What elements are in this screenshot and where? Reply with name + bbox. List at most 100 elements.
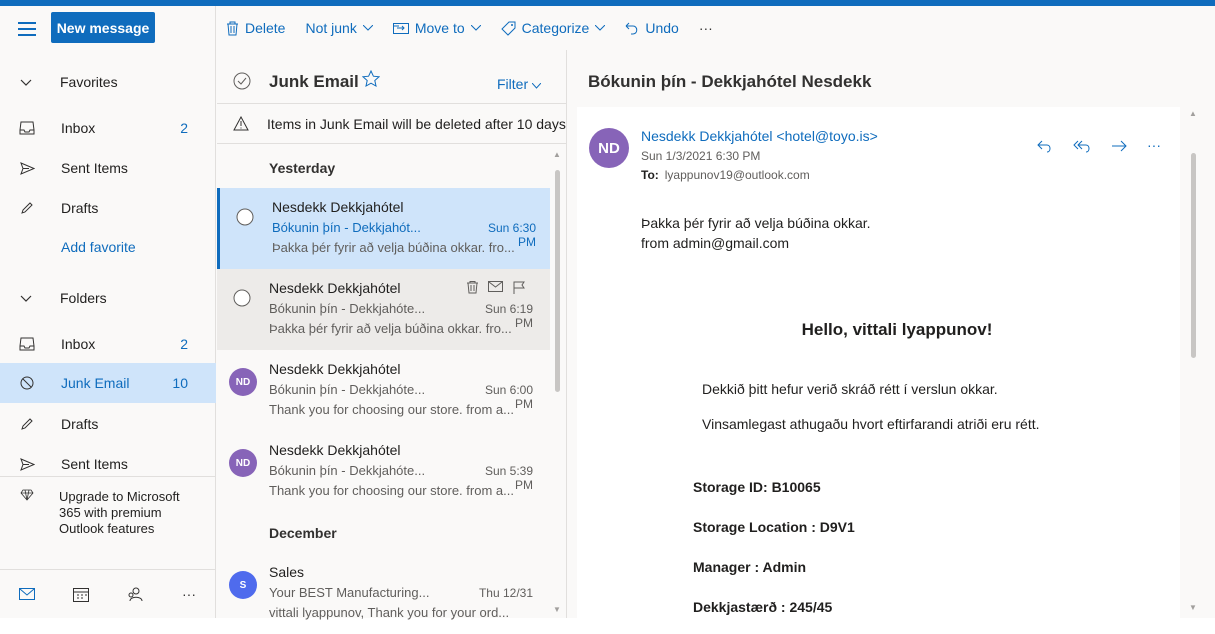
manager: Manager : Admin [693, 559, 807, 575]
more-icon: ··· [698, 20, 713, 36]
avatar: ND [229, 368, 257, 396]
message-item[interactable]: S Sales Your BEST Manufacturing... Thu 1… [217, 553, 550, 634]
envelope-icon[interactable] [488, 281, 503, 292]
unread-count: 2 [180, 336, 188, 352]
item-count: 10 [172, 375, 188, 391]
favorites-label: Favorites [60, 74, 118, 90]
scroll-thumb[interactable] [555, 170, 560, 392]
scroll-thumb[interactable] [1191, 153, 1196, 358]
junk-notice: Items in Junk Email will be deleted afte… [217, 104, 567, 144]
message-item[interactable]: ND Nesdekk Dekkjahótel Bókunin þín - Dek… [217, 431, 550, 512]
people-icon[interactable] [108, 587, 162, 602]
message-list: Junk Email Filter Items in Junk Email wi… [217, 50, 567, 620]
hover-actions [467, 281, 525, 294]
tag-icon [500, 21, 516, 36]
folder-title: Junk Email [269, 72, 359, 91]
select-radio[interactable] [233, 289, 251, 307]
move-folder-icon [392, 23, 409, 34]
hamburger-menu-icon[interactable] [18, 22, 36, 36]
message-item[interactable]: ND Nesdekk Dekkjahótel Bókunin þín - Dek… [217, 350, 550, 431]
chevron-down-icon [470, 25, 481, 31]
calendar-icon[interactable] [54, 587, 108, 602]
body-paragraph: Dekkið þitt hefur verið skráð rétt í ver… [702, 381, 998, 397]
send-icon [19, 160, 35, 176]
folder-item-inbox[interactable]: Inbox 2 [0, 324, 216, 364]
scroll-up-arrow[interactable]: ▲ [1189, 109, 1197, 118]
list-scrollbar[interactable]: ▲ ▼ [553, 150, 561, 618]
scroll-down-arrow[interactable]: ▼ [1189, 603, 1197, 612]
group-header: Yesterday [269, 160, 336, 176]
sender-avatar: ND [589, 128, 629, 168]
upgrade-banner[interactable]: Upgrade to Microsoft 365 with premium Ou… [0, 476, 216, 566]
scroll-down-arrow[interactable]: ▼ [553, 605, 561, 614]
select-all-checkbox[interactable] [233, 72, 251, 90]
more-icon[interactable]: ··· [1147, 138, 1161, 153]
app-switcher: ··· [0, 569, 216, 618]
mail-icon[interactable] [0, 588, 54, 600]
message-item[interactable]: Nesdekk Dekkjahótel Bókunin þín - Dekkja… [217, 188, 550, 269]
storage-location: Storage Location : D9V1 [693, 519, 855, 535]
sender-name[interactable]: Nesdekk Dekkjahótel <hotel@toyo.is> [641, 128, 878, 144]
move-to-button[interactable]: Move to [383, 6, 491, 50]
filter-button[interactable]: Filter [497, 76, 542, 92]
reply-all-icon[interactable] [1073, 139, 1091, 153]
fav-item-sent[interactable]: Sent Items [0, 148, 216, 188]
new-message-button[interactable]: New message [51, 12, 155, 43]
upgrade-text: Upgrade to Microsoft 365 with premium Ou… [59, 489, 180, 536]
fav-item-inbox[interactable]: Inbox 2 [0, 108, 216, 148]
body-paragraph: Vinsamlegast athugaðu hvort eftirfarandi… [702, 416, 1040, 432]
avatar: S [229, 571, 257, 599]
scroll-up-arrow[interactable]: ▲ [553, 150, 561, 159]
pencil-icon [19, 416, 35, 432]
trash-icon[interactable] [467, 281, 478, 294]
more-actions-button[interactable]: ··· [689, 6, 723, 50]
reader-scrollbar[interactable]: ▲ ▼ [1188, 107, 1198, 618]
chevron-down-icon [362, 25, 373, 31]
left-nav: New message Favorites Inbox 2 Sent Items… [0, 6, 216, 618]
outlook-app: New message Favorites Inbox 2 Sent Items… [0, 6, 1215, 620]
inbox-icon [19, 336, 35, 352]
delete-button[interactable]: Delete [216, 6, 295, 50]
group-header: December [269, 525, 337, 541]
storage-id: Storage ID: B10065 [693, 479, 821, 495]
undo-button[interactable]: Undo [615, 6, 688, 50]
list-header: Junk Email Filter [217, 50, 567, 104]
message-subject: Bókunin þín - Dekkjahótel Nesdekk [588, 72, 872, 91]
star-icon[interactable] [362, 70, 380, 87]
folder-item-junk-email[interactable]: Junk Email 10 [0, 363, 216, 403]
categorize-button[interactable]: Categorize [491, 6, 616, 50]
diamond-icon [20, 489, 34, 501]
tire-size: Dekkjastærð : 245/45 [693, 599, 833, 615]
favorites-header[interactable]: Favorites [0, 62, 216, 102]
flag-icon[interactable] [513, 281, 525, 294]
message-intro: Þakka þér fyrir að velja búðina okkar. f… [641, 215, 871, 251]
command-bar: Delete Not junk Move to Categorize Undo … [216, 6, 1215, 50]
more-apps-icon[interactable]: ··· [162, 586, 216, 602]
message-item[interactable]: Nesdekk Dekkjahótel Bókunin þín - Dekkja… [217, 269, 550, 350]
send-icon [19, 456, 35, 472]
message-date: Sun 1/3/2021 6:30 PM [641, 149, 761, 163]
message-actions: ··· [1037, 138, 1161, 153]
reading-pane: Bókunin þín - Dekkjahótel Nesdekk ND Nes… [568, 50, 1215, 618]
greeting-heading: Hello, vittali lyappunov! [801, 320, 993, 339]
chevron-down-icon [20, 79, 32, 86]
inbox-icon [19, 120, 35, 136]
warning-icon [233, 116, 249, 131]
pencil-icon [19, 200, 35, 216]
chevron-down-icon [531, 82, 542, 89]
not-junk-button[interactable]: Not junk [295, 6, 382, 50]
select-radio[interactable] [236, 208, 254, 226]
unread-count: 2 [180, 120, 188, 136]
fav-item-drafts[interactable]: Drafts [0, 188, 216, 228]
block-icon [19, 375, 35, 391]
avatar: ND [229, 449, 257, 477]
trash-icon [227, 21, 238, 35]
folder-item-drafts[interactable]: Drafts [0, 404, 216, 444]
folders-header[interactable]: Folders [0, 278, 216, 318]
chevron-down-icon [595, 25, 606, 31]
add-favorite-link[interactable]: Add favorite [61, 239, 136, 255]
forward-icon[interactable] [1111, 139, 1127, 153]
folders-label: Folders [60, 290, 107, 306]
reply-icon[interactable] [1037, 139, 1053, 153]
recipients: To: lyappunov19@outlook.com [641, 168, 810, 182]
